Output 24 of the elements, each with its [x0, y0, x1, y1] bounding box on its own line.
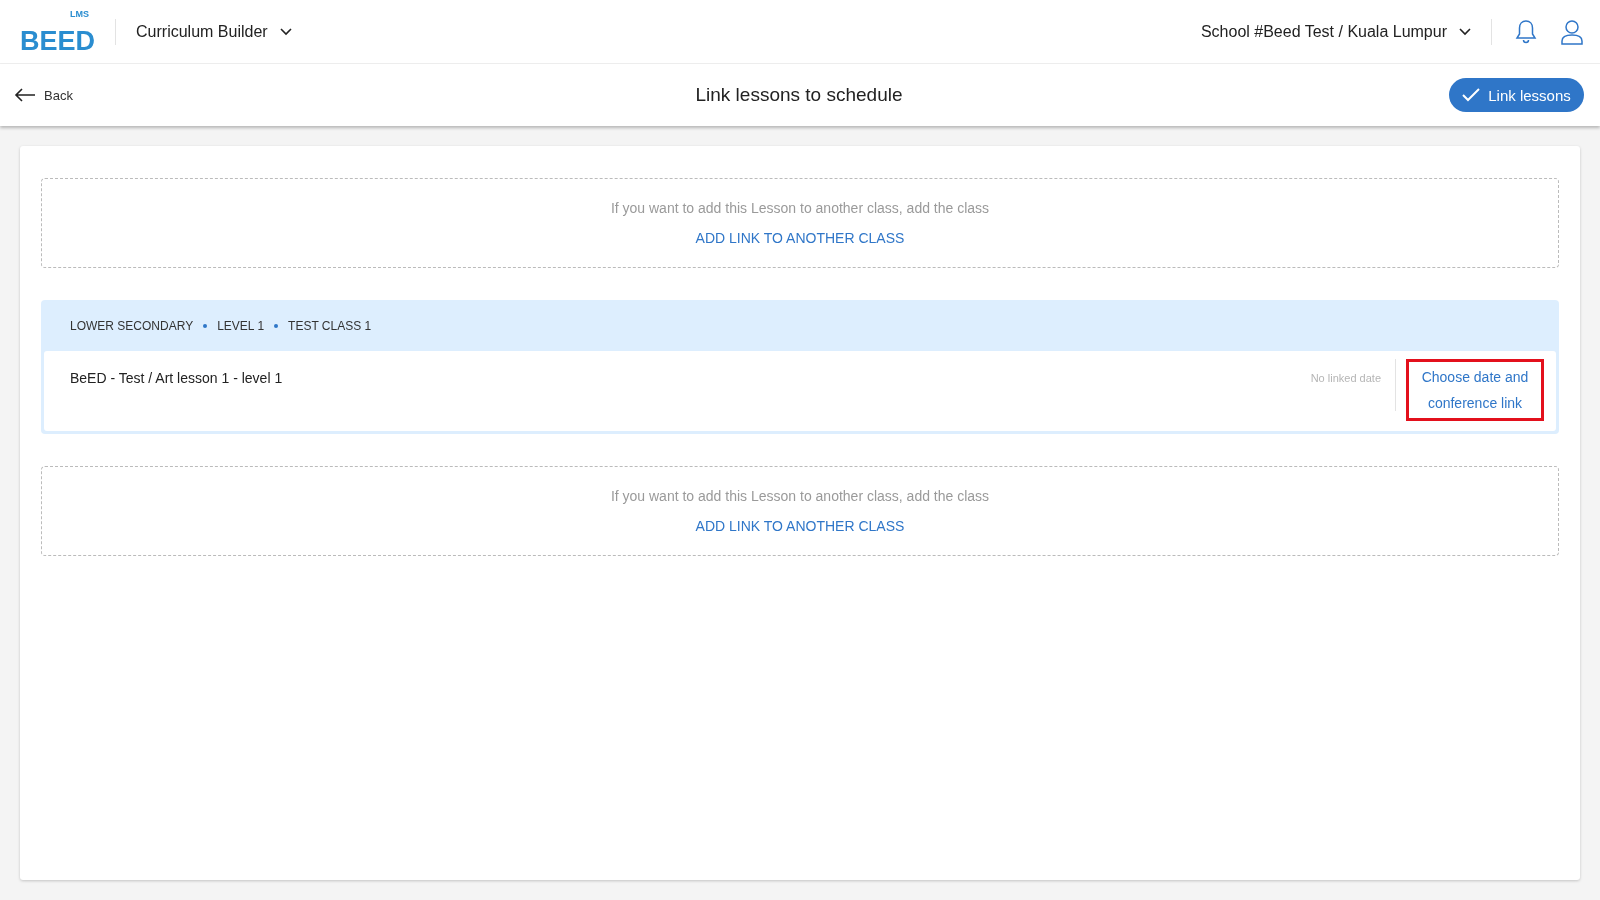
- separator-dot: [274, 323, 279, 328]
- breadcrumb-item: LOWER SECONDARY: [70, 318, 194, 333]
- breadcrumb-item: TEST CLASS 1: [288, 318, 372, 333]
- user-profile-icon[interactable]: [1560, 18, 1584, 45]
- breadcrumb-item: LEVEL 1: [217, 318, 265, 333]
- choose-date-link[interactable]: Choose date and conference link: [1406, 359, 1544, 421]
- page-title: Link lessons to schedule: [694, 84, 904, 106]
- logo: LMS BEED: [20, 8, 95, 55]
- hint-text: If you want to add this Lesson to another class, add the class: [610, 200, 990, 216]
- school-dropdown[interactable]: School #Beed Test / Kuala Lumpur: [1200, 22, 1471, 41]
- date-status: No linked date: [1310, 371, 1381, 384]
- add-link-button[interactable]: ADD LINK TO ANOTHER CLASS: [695, 518, 905, 534]
- separator-dot: [203, 323, 208, 328]
- caret-icon: [279, 27, 292, 36]
- hint-text: If you want to add this Lesson to another class, add the class: [610, 488, 990, 504]
- lesson-title: BeED - Test / Art lesson 1 - level 1: [70, 369, 284, 386]
- caret-icon: [1459, 27, 1471, 36]
- back-button[interactable]: Back: [14, 87, 214, 103]
- checkmark-icon: [1462, 88, 1481, 102]
- link-lessons-button[interactable]: Link lessons: [1449, 78, 1584, 112]
- arrow-left-icon: [14, 88, 36, 102]
- notification-bell-icon[interactable]: [1514, 18, 1538, 45]
- module-dropdown[interactable]: Curriculum Builder: [136, 22, 292, 41]
- add-link-button[interactable]: ADD LINK TO ANOTHER CLASS: [695, 230, 905, 246]
